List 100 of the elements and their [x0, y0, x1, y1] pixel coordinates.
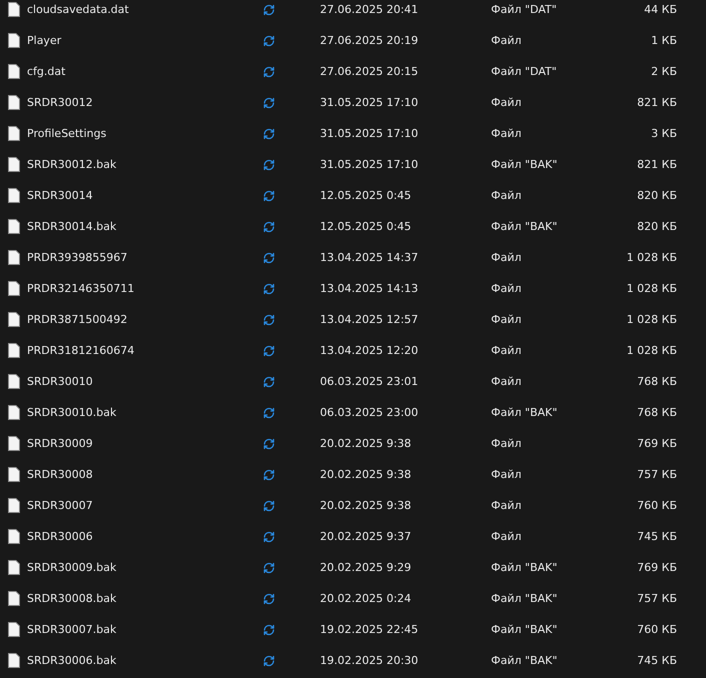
file-size: 820 КБ — [636, 189, 677, 202]
file-type: Файл — [491, 468, 522, 481]
file-icon — [8, 591, 20, 606]
file-name[interactable]: SRDR30007 — [27, 499, 263, 512]
modified-date: 20.02.2025 9:38 — [320, 468, 412, 481]
modified-date: 19.02.2025 22:45 — [320, 623, 420, 636]
modified-date: 27.06.2025 20:15 — [320, 65, 420, 78]
file-icon — [8, 467, 20, 482]
file-name[interactable]: PRDR31812160674 — [27, 344, 263, 357]
file-icon — [8, 219, 20, 234]
file-type: Файл — [491, 375, 522, 388]
file-icon — [8, 250, 20, 265]
modified-date: 27.06.2025 20:41 — [320, 3, 420, 16]
file-icon — [8, 405, 20, 420]
file-name[interactable]: SRDR30007.bak — [27, 623, 263, 636]
file-type: Файл "DAT" — [491, 65, 558, 78]
file-name[interactable]: SRDR30014.bak — [27, 220, 263, 233]
file-type: Файл — [491, 437, 522, 450]
file-type: Файл "BAK" — [491, 406, 558, 419]
file-size: 821 КБ — [636, 96, 677, 109]
file-type: Файл "DAT" — [491, 3, 558, 16]
file-name[interactable]: Player — [27, 34, 263, 47]
file-icon — [8, 374, 20, 389]
modified-date: 20.02.2025 9:29 — [320, 561, 412, 574]
file-name[interactable]: SRDR30010.bak — [27, 406, 263, 419]
file-type: Файл "BAK" — [491, 623, 558, 636]
file-name[interactable]: SRDR30006.bak — [27, 654, 263, 667]
file-type: Файл — [491, 530, 522, 543]
modified-date: 06.03.2025 23:00 — [320, 406, 420, 419]
file-type: Файл — [491, 499, 522, 512]
modified-date: 27.06.2025 20:19 — [320, 34, 420, 47]
file-name[interactable]: PRDR3871500492 — [27, 313, 263, 326]
file-size: 1 028 КБ — [626, 251, 677, 264]
file-size: 44 КБ — [643, 3, 677, 16]
file-size: 768 КБ — [636, 375, 677, 388]
file-icon — [8, 33, 20, 48]
file-size: 1 028 КБ — [626, 313, 677, 326]
file-name[interactable]: ProfileSettings — [27, 127, 263, 140]
file-icon — [8, 529, 20, 544]
modified-date: 20.02.2025 9:37 — [320, 530, 412, 543]
file-type: Файл "BAK" — [491, 592, 558, 605]
file-name[interactable]: cloudsavedata.dat — [27, 3, 263, 16]
modified-date: 06.03.2025 23:01 — [320, 375, 420, 388]
file-name[interactable]: SRDR30008 — [27, 468, 263, 481]
file-type: Файл "BAK" — [491, 654, 558, 667]
file-size: 769 КБ — [636, 561, 677, 574]
file-type: Файл — [491, 282, 522, 295]
file-type: Файл "BAK" — [491, 158, 558, 171]
file-name[interactable]: PRDR32146350711 — [27, 282, 263, 295]
file-name[interactable]: SRDR30006 — [27, 530, 263, 543]
modified-date: 13.04.2025 14:13 — [320, 282, 420, 295]
modified-date: 20.02.2025 0:24 — [320, 592, 412, 605]
modified-date: 13.04.2025 12:20 — [320, 344, 420, 357]
modified-date: 31.05.2025 17:10 — [320, 127, 420, 140]
file-size: 1 КБ — [650, 34, 677, 47]
file-type: Файл — [491, 313, 522, 326]
file-icon — [8, 126, 20, 141]
file-size: 745 КБ — [636, 530, 677, 543]
file-size: 1 028 КБ — [626, 282, 677, 295]
file-size: 3 КБ — [650, 127, 677, 140]
file-size: 2 КБ — [650, 65, 677, 78]
file-name[interactable]: SRDR30012 — [27, 96, 263, 109]
file-name[interactable]: SRDR30009 — [27, 437, 263, 450]
file-type: Файл "BAK" — [491, 220, 558, 233]
file-name[interactable]: SRDR30012.bak — [27, 158, 263, 171]
file-size: 821 КБ — [636, 158, 677, 171]
file-size: 768 КБ — [636, 406, 677, 419]
file-name[interactable]: PRDR3939855967 — [27, 251, 263, 264]
file-name[interactable]: SRDR30010 — [27, 375, 263, 388]
file-size: 757 КБ — [636, 468, 677, 481]
modified-date: 31.05.2025 17:10 — [320, 158, 420, 171]
file-name[interactable]: SRDR30008.bak — [27, 592, 263, 605]
file-type: Файл — [491, 127, 522, 140]
file-type: Файл — [491, 251, 522, 264]
modified-date: 12.05.2025 0:45 — [320, 220, 412, 233]
file-size: 769 КБ — [636, 437, 677, 450]
file-icon — [8, 436, 20, 451]
file-size: 1 028 КБ — [626, 344, 677, 357]
file-icon — [8, 622, 20, 637]
file-size: 760 КБ — [636, 623, 677, 636]
file-size: 757 КБ — [636, 592, 677, 605]
modified-date: 13.04.2025 14:37 — [320, 251, 420, 264]
file-type: Файл — [491, 189, 522, 202]
file-icon — [8, 653, 20, 668]
file-icon — [8, 281, 20, 296]
file-name[interactable]: SRDR30009.bak — [27, 561, 263, 574]
modified-date: 19.02.2025 20:30 — [320, 654, 420, 667]
modified-date: 20.02.2025 9:38 — [320, 437, 412, 450]
file-icon — [8, 312, 20, 327]
file-type: Файл — [491, 34, 522, 47]
modified-date: 31.05.2025 17:10 — [320, 96, 420, 109]
file-name[interactable]: SRDR30014 — [27, 189, 263, 202]
file-icon — [8, 498, 20, 513]
file-type: Файл "BAK" — [491, 561, 558, 574]
file-name[interactable]: cfg.dat — [27, 65, 263, 78]
file-size: 820 КБ — [636, 220, 677, 233]
file-icon — [8, 95, 20, 110]
file-icon — [8, 157, 20, 172]
modified-date: 12.05.2025 0:45 — [320, 189, 412, 202]
file-icon — [8, 560, 20, 575]
